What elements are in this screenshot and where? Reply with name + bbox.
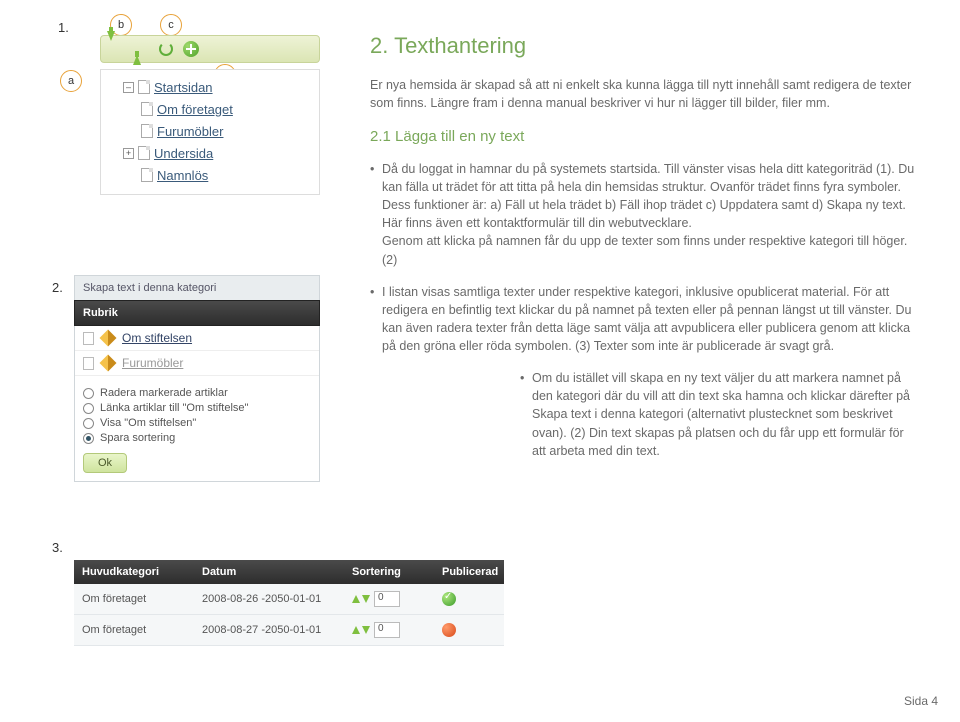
section-label-3: 3.: [52, 540, 63, 555]
figure-tree: – Startsidan Om företaget Furumöbler + U…: [100, 35, 320, 195]
sort-input[interactable]: 0: [374, 622, 400, 638]
collapse-icon[interactable]: –: [123, 82, 134, 93]
add-icon[interactable]: [183, 41, 199, 57]
page-icon: [83, 357, 94, 370]
cell-date: 2008-08-26 -2050-01-01: [194, 584, 344, 614]
page-icon: [138, 146, 150, 160]
tree-label[interactable]: Startsidan: [154, 80, 213, 95]
article-link[interactable]: Om stiftelsen: [122, 331, 192, 345]
create-text-link[interactable]: Skapa text i denna kategori: [74, 275, 320, 300]
col-header: Datum: [194, 560, 344, 584]
article-link[interactable]: Furumöbler: [122, 356, 183, 370]
pencil-icon[interactable]: [100, 330, 117, 347]
option-link[interactable]: Länka artiklar till "Om stiftelse": [83, 402, 311, 414]
article-row[interactable]: Om stiftelsen: [75, 326, 319, 351]
cell-sort: 0: [344, 584, 434, 614]
page-icon: [141, 124, 153, 138]
intro-paragraph: Er nya hemsida är skapad så att ni enkel…: [370, 76, 920, 112]
page-icon: [83, 332, 94, 345]
sort-down-icon[interactable]: [362, 626, 370, 634]
list-text: Om du istället vill skapa en ny text väl…: [532, 371, 910, 458]
page-icon: [138, 80, 150, 94]
callout-c: c: [160, 14, 182, 36]
tree-item[interactable]: Om företaget: [105, 98, 315, 120]
option-delete[interactable]: Radera markerade artiklar: [83, 387, 311, 399]
section-label-1: 1.: [58, 20, 69, 35]
list-item: Om du istället vill skapa en ny text väl…: [520, 369, 920, 460]
figure-category-box: Skapa text i denna kategori Rubrik Om st…: [74, 275, 320, 482]
cell-category[interactable]: Om företaget: [74, 584, 194, 614]
list-text: I listan visas samtliga texter under res…: [382, 285, 912, 353]
table-header: Huvudkategori Datum Sortering Publicerad: [74, 560, 504, 584]
tree-item[interactable]: Namnlös: [105, 164, 315, 186]
article-row[interactable]: Furumöbler: [75, 351, 319, 376]
cell-sort: 0: [344, 615, 434, 645]
options-group: Radera markerade artiklar Länka artiklar…: [75, 376, 319, 481]
tree-item[interactable]: Furumöbler: [105, 120, 315, 142]
expand-icon[interactable]: +: [123, 148, 134, 159]
table-row: Om företaget 2008-08-27 -2050-01-01 0: [74, 615, 504, 646]
option-label: Visa "Om stiftelsen": [100, 417, 196, 429]
col-header: Huvudkategori: [74, 560, 194, 584]
col-header: Publicerad: [434, 560, 504, 584]
page-icon: [141, 168, 153, 182]
tree-label[interactable]: Om företaget: [157, 102, 233, 117]
heading-h3: 2.1 Lägga till en ny text: [370, 126, 920, 148]
pencil-icon[interactable]: [100, 355, 117, 372]
sort-up-icon[interactable]: [352, 595, 360, 603]
refresh-icon[interactable]: [159, 42, 173, 56]
sort-down-icon[interactable]: [362, 595, 370, 603]
tree-toolbar: [100, 35, 320, 63]
heading-h2: 2. Texthantering: [370, 30, 920, 62]
section-label-2: 2.: [52, 280, 63, 295]
table-row: Om företaget 2008-08-26 -2050-01-01 0: [74, 584, 504, 615]
page-icon: [141, 102, 153, 116]
option-label: Länka artiklar till "Om stiftelse": [100, 402, 248, 414]
list-text: Då du loggat in hamnar du på systemets s…: [382, 162, 914, 267]
content-column: 2. Texthantering Er nya hemsida är skapa…: [370, 30, 920, 474]
list-item: I listan visas samtliga texter under res…: [370, 283, 920, 356]
option-save-sort[interactable]: Spara sortering: [83, 432, 311, 444]
callout-a: a: [60, 70, 82, 92]
sort-input[interactable]: 0: [374, 591, 400, 607]
page-number: Sida 4: [904, 694, 938, 708]
ok-button[interactable]: Ok: [83, 453, 127, 473]
sort-up-icon[interactable]: [352, 626, 360, 634]
expand-all-icon[interactable]: [107, 41, 123, 57]
collapse-all-icon[interactable]: [133, 41, 149, 57]
tree-label[interactable]: Furumöbler: [157, 124, 223, 139]
figure-table: Huvudkategori Datum Sortering Publicerad…: [74, 560, 504, 646]
option-show[interactable]: Visa "Om stiftelsen": [83, 417, 311, 429]
cell-published[interactable]: [434, 615, 504, 645]
published-icon[interactable]: [442, 592, 456, 606]
list-item: Då du loggat in hamnar du på systemets s…: [370, 160, 920, 269]
option-label: Radera markerade artiklar: [100, 387, 228, 399]
cell-date: 2008-08-27 -2050-01-01: [194, 615, 344, 645]
tree-label[interactable]: Undersida: [154, 146, 213, 161]
tree-item[interactable]: – Startsidan: [105, 76, 315, 98]
category-tree: – Startsidan Om företaget Furumöbler + U…: [100, 69, 320, 195]
cell-published[interactable]: [434, 584, 504, 614]
unpublished-icon[interactable]: [442, 623, 456, 637]
tree-item[interactable]: + Undersida: [105, 142, 315, 164]
tree-label[interactable]: Namnlös: [157, 168, 208, 183]
option-label: Spara sortering: [100, 432, 175, 444]
cell-category[interactable]: Om företaget: [74, 615, 194, 645]
col-header: Sortering: [344, 560, 434, 584]
column-header-rubrik: Rubrik: [74, 300, 320, 326]
